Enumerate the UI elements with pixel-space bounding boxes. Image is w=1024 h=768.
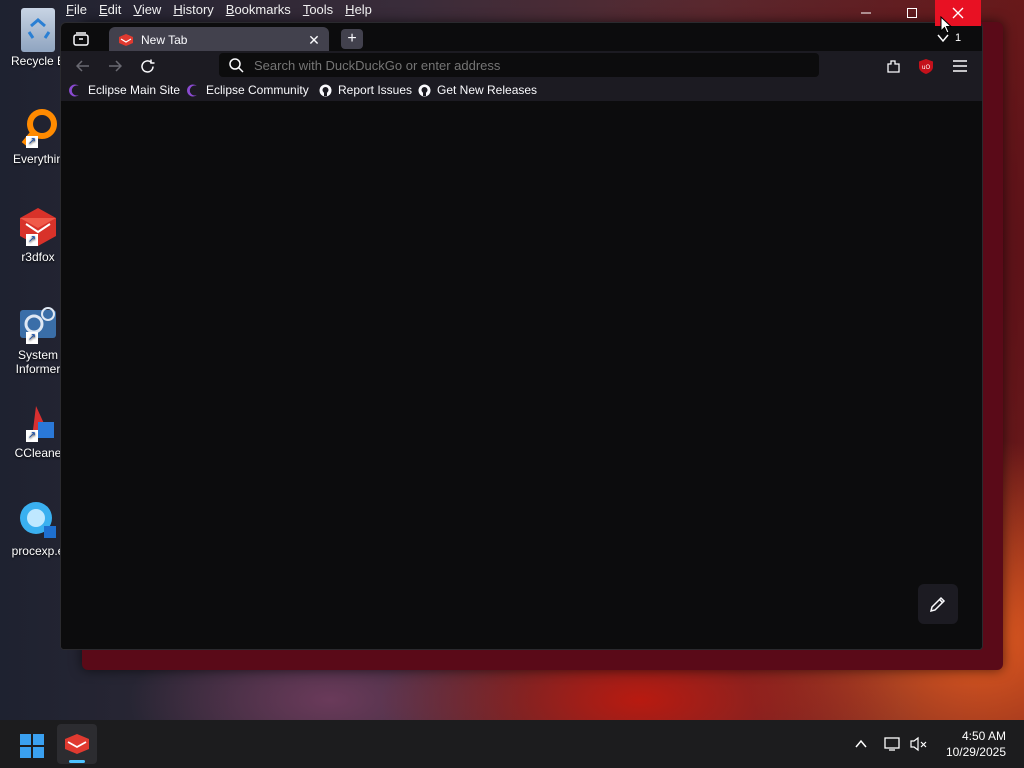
shortcut-arrow-icon: ↗	[26, 136, 38, 148]
shortcut-arrow-icon: ↗	[26, 332, 38, 344]
active-app-indicator	[69, 760, 85, 763]
r3dfox-icon: ↗	[16, 204, 60, 248]
bookmarks-toolbar: Eclipse Main Site Eclipse Community Repo…	[61, 79, 982, 101]
new-tab-button[interactable]: +	[341, 29, 363, 49]
bookmark-label: Eclipse Main Site	[88, 83, 181, 97]
browser-window: New Tab ✕ + uO	[60, 22, 983, 650]
bookmark-eclipse-main-site[interactable]: Eclipse Main Site	[69, 83, 180, 97]
system-clock[interactable]: 4:50 AM 10/29/2025	[946, 728, 1006, 760]
clock-date: 10/29/2025	[945, 745, 1006, 759]
bookmark-eclipse-community[interactable]: Eclipse Community	[187, 83, 309, 97]
bookmark-label: Get New Releases	[437, 83, 538, 97]
taskbar: 4:50 AM 10/29/2025	[0, 720, 1024, 768]
github-icon	[319, 84, 332, 97]
menu-help[interactable]: Help	[339, 2, 378, 17]
r3dfox-icon	[65, 734, 89, 754]
volume-muted-icon[interactable]	[910, 736, 928, 752]
minimize-button[interactable]	[843, 0, 889, 26]
address-input[interactable]	[252, 56, 796, 74]
everything-search-icon: ↗	[16, 106, 60, 150]
github-icon	[418, 84, 431, 97]
menu-view[interactable]: View	[127, 2, 167, 17]
r3dfox-tab-icon	[119, 34, 133, 46]
menu-edit[interactable]: Edit	[93, 2, 127, 17]
maximize-button[interactable]	[889, 0, 935, 26]
pencil-icon	[929, 595, 947, 613]
hamburger-menu-icon[interactable]	[948, 55, 972, 77]
reload-icon[interactable]	[135, 55, 159, 77]
procexp-icon	[16, 498, 60, 542]
taskbar-r3dfox-button[interactable]	[57, 724, 97, 764]
forward-arrow-icon[interactable]	[103, 55, 127, 77]
system-informer-icon: ↗	[16, 302, 60, 346]
network-icon[interactable]	[884, 736, 902, 752]
menu-tools[interactable]: Tools	[297, 2, 339, 17]
back-arrow-icon[interactable]	[71, 55, 95, 77]
bookmark-label: Report Issues	[338, 83, 413, 97]
show-hidden-icons-chevron-icon[interactable]	[853, 736, 869, 752]
menu-file[interactable]: File	[60, 2, 93, 17]
ccleaner-icon: ↗	[16, 400, 60, 444]
menu-bookmarks[interactable]: Bookmarks	[220, 2, 297, 17]
eclipse-icon	[69, 84, 82, 97]
address-bar[interactable]	[219, 53, 819, 77]
bookmark-get-new-releases[interactable]: Get New Releases	[418, 83, 537, 97]
shortcut-arrow-icon: ↗	[26, 430, 38, 442]
tab-close-icon[interactable]: ✕	[307, 32, 321, 49]
extensions-icon[interactable]	[881, 55, 905, 77]
mouse-cursor-icon	[940, 15, 953, 37]
new-tab-page	[61, 101, 982, 649]
downloads-count: 1	[955, 32, 962, 44]
clock-time: 4:50 AM	[961, 729, 1006, 743]
ublock-origin-icon[interactable]: uO	[914, 55, 938, 77]
nav-toolbar: uO	[61, 51, 982, 81]
firefox-view-icon[interactable]	[69, 28, 93, 50]
svg-text:uO: uO	[922, 64, 931, 71]
customize-new-tab-button[interactable]	[918, 584, 958, 624]
menu-history[interactable]: History	[167, 2, 219, 17]
eclipse-icon	[187, 84, 200, 97]
bookmark-label: Eclipse Community	[206, 83, 309, 97]
tab-strip: New Tab ✕ +	[61, 23, 982, 53]
tab-new-tab[interactable]: New Tab ✕	[109, 27, 329, 53]
shortcut-arrow-icon: ↗	[26, 234, 38, 246]
recycle-bin-icon	[21, 8, 55, 52]
search-icon	[229, 57, 244, 73]
tab-title: New Tab	[141, 33, 188, 47]
bookmark-report-issues[interactable]: Report Issues	[319, 83, 412, 97]
windows-start-icon[interactable]	[20, 734, 44, 758]
